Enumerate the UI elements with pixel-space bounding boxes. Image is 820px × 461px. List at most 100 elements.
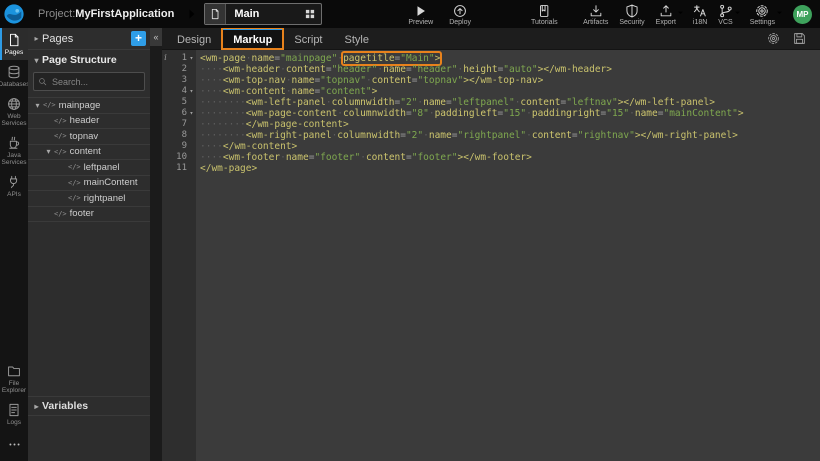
sidebar-item-logs[interactable]: Logs [0,398,28,430]
project-name: MyFirstApplication [75,8,174,20]
tab-markup[interactable]: Markup [222,28,283,49]
page-structure-tree: ▾</>mainpage</>header</>topnav▾</>conten… [28,97,150,222]
tree-item-leftpanel[interactable]: </>leftpanel [28,160,150,176]
variables-section[interactable]: ▸ Variables [28,396,150,416]
line-number: 7 [169,119,187,130]
tab-design[interactable]: Design [166,28,222,49]
tutorials-button[interactable]: Tutorials [531,2,558,26]
sidebar-item-web-services[interactable]: Web Services [0,92,28,131]
fold-caret-icon[interactable]: ▾ [187,53,196,64]
widget-code-icon: </> [54,132,67,140]
code-text: ········</wm-page-content> [196,119,349,130]
tree-item-header[interactable]: </>header [28,114,150,130]
tree-item-label: rightpanel [84,193,126,204]
wavemaker-logo-icon[interactable] [0,0,28,28]
code-line[interactable]: 2····<wm-header·content="header"·name="h… [162,64,820,75]
code-line[interactable]: 7 ········</wm-page-content> [162,119,820,130]
grid-icon[interactable] [299,8,321,20]
tree-item-footer[interactable]: </>footer [28,207,150,223]
tree-item-label: content [70,146,101,157]
code-line[interactable]: 4▾····<wm-content·name="content"> [162,86,820,97]
tree-item-label: leftpanel [84,162,120,173]
i18n-label: i18N [693,19,707,26]
preview-button[interactable]: Preview [408,2,433,26]
tree-item-label: footer [70,208,94,219]
i18n-button[interactable]: i18N [693,2,707,26]
fold-caret-icon[interactable]: ▾ [187,86,196,97]
tab-style[interactable]: Style [334,28,380,49]
page-structure-title: Page Structure [42,54,117,66]
sidebar-item-apis[interactable]: APIs [0,170,28,202]
tree-item-rightpanel[interactable]: </>rightpanel [28,191,150,207]
info-icon: i [162,53,169,64]
caret-right-icon: ▸ [31,402,42,411]
widget-code-icon: </> [54,210,67,218]
sidebar-item-file-explorer[interactable]: File Explorer [0,359,28,398]
code-line[interactable]: 9····</wm-content> [162,141,820,152]
deploy-label: Deploy [449,19,471,26]
code-text: ········<wm-page-content·columnwidth="8"… [196,108,744,119]
tree-item-label: header [70,115,100,126]
i18n-icon [693,4,707,18]
line-number: 8 [169,130,187,141]
save-icon[interactable] [793,32,806,45]
sidebar-item-databases[interactable]: Databases [0,60,28,92]
tab-script[interactable]: Script [283,28,333,49]
more-icon[interactable] [0,430,28,461]
code-line[interactable]: 3····<wm-top-nav·name="topnav"·content="… [162,75,820,86]
tree-item-topnav[interactable]: </>topnav [28,129,150,145]
tree-item-label: topnav [70,131,99,142]
vcs-button[interactable]: VCS [718,2,732,26]
code-text: ········<wm-left-panel·columnwidth="2"·n… [196,97,715,108]
gutter: 8 [162,130,196,141]
code-editor[interactable]: i1▾<wm-page·name="mainpage"·pagetitle="M… [162,50,820,461]
code-line[interactable]: 5········<wm-left-panel·columnwidth="2"·… [162,97,820,108]
tree-item-mainContent[interactable]: </>mainContent [28,176,150,192]
sidebar-item-pages[interactable]: Pages [0,28,28,60]
deploy-button[interactable]: Deploy [449,2,471,26]
code-line[interactable]: i1▾<wm-page·name="mainpage"·pagetitle="M… [162,53,820,64]
security-button[interactable]: Security [619,2,644,26]
code-line[interactable]: 11</wm-page> [162,163,820,174]
search-input[interactable] [50,76,140,88]
code-line[interactable]: 6▾········<wm-page-content·columnwidth="… [162,108,820,119]
project-label: Project: [38,8,75,20]
code-text: ····</wm-content> [196,141,297,152]
caret-down-icon[interactable]: ▾ [32,101,43,110]
project-title: Project:MyFirstApplication [38,8,174,20]
settings-label: Settings [750,19,775,26]
artifacts-label: Artifacts [583,19,608,26]
sidebar-item-java-services[interactable]: Java Services [0,131,28,170]
line-number: 6 [169,108,187,119]
caret-down-icon[interactable]: ▾ [43,147,54,156]
widget-code-icon: </> [54,148,67,156]
gutter: 6▾ [162,108,196,119]
gutter: 11 [162,163,196,174]
sidebar-item-label: Web Services [0,113,28,127]
tree-item-label: mainContent [84,177,138,188]
fold-caret-icon[interactable]: ▾ [187,108,196,119]
tree-item-mainpage[interactable]: ▾</>mainpage [28,98,150,114]
page-tab-main[interactable]: Main [204,3,322,25]
logs-icon [7,403,21,417]
tutorials-label: Tutorials [531,19,558,26]
pages-panel-header[interactable]: ▸ Pages + [28,28,150,50]
main-sidebar: PagesDatabases Web Services Java ServicesA… [0,28,28,461]
collapse-panel-button[interactable]: « [150,28,162,46]
settings-button[interactable]: Settings [750,2,775,26]
security-label: Security [619,19,644,26]
variables-title: Variables [42,400,88,412]
export-icon [659,4,673,18]
artifacts-button[interactable]: Artifacts [583,2,608,26]
markup-gear-icon[interactable] [767,32,780,45]
artifacts-icon [589,4,603,18]
play-icon [414,4,428,18]
code-line[interactable]: 8········<wm-right-panel·columnwidth="2"… [162,130,820,141]
code-line[interactable]: 10····<wm-footer·name="footer"·content="… [162,152,820,163]
user-avatar[interactable]: MP [793,5,812,24]
add-page-button[interactable]: + [131,31,146,46]
line-number: 3 [169,75,187,86]
page-structure-section[interactable]: ▾ Page Structure [28,50,150,70]
export-button[interactable]: Export [656,2,676,26]
tree-item-content[interactable]: ▾</>content [28,145,150,161]
